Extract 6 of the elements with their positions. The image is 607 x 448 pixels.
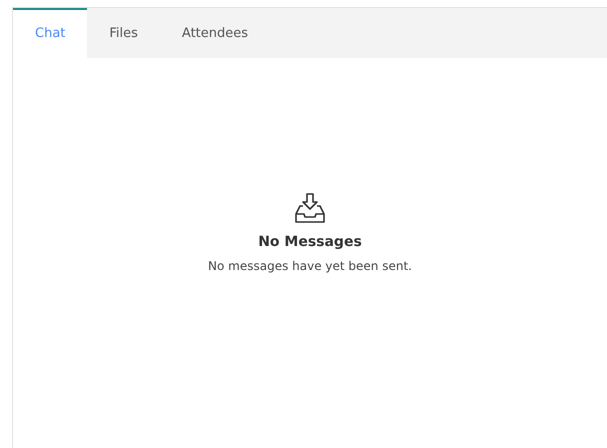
tab[interactable]: Files	[87, 8, 160, 58]
tab[interactable]: Chat	[13, 8, 88, 58]
inbox-download-icon	[294, 192, 326, 224]
empty-title: No Messages	[258, 233, 362, 252]
empty-message: No messages have yet been sent.	[208, 258, 412, 275]
tab[interactable]: Attendees	[160, 8, 270, 58]
